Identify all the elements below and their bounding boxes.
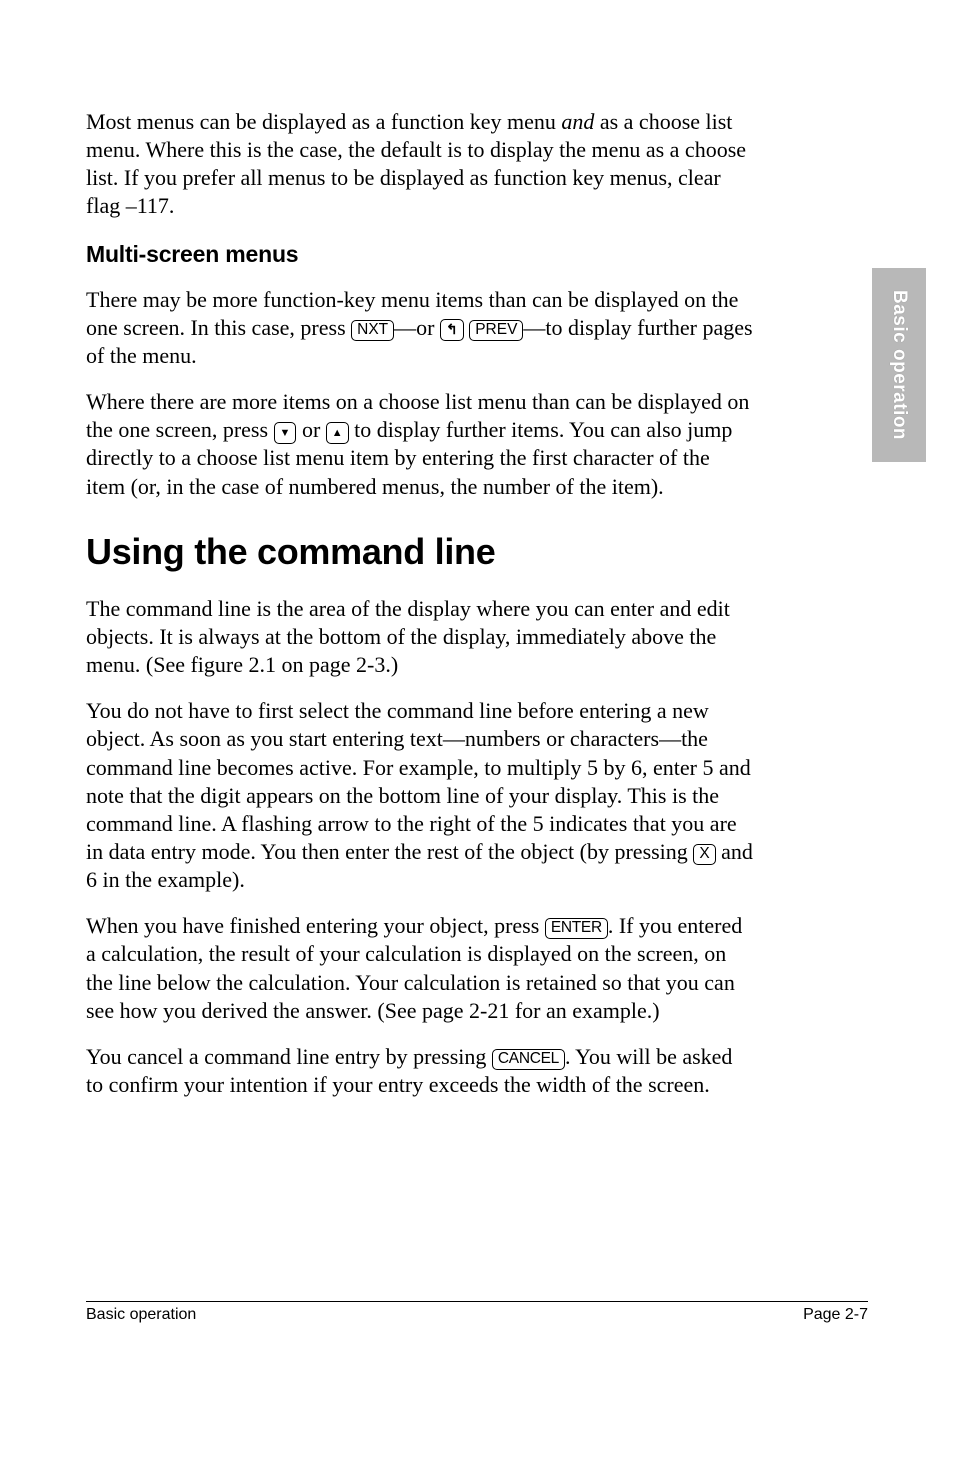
footer-page-number: Page 2-7 <box>803 1306 868 1324</box>
subheading-multi-screen: Multi-screen menus <box>86 241 754 268</box>
text: —or <box>394 315 440 340</box>
text: You do not have to first select the comm… <box>86 698 751 864</box>
page-content: Most menus can be displayed as a functio… <box>0 0 840 1099</box>
chapter-tab-label: Basic operation <box>888 290 910 440</box>
text: You cancel a command line entry by press… <box>86 1044 492 1069</box>
footer-chapter: Basic operation <box>86 1306 196 1324</box>
key-prev: PREV <box>469 320 523 341</box>
emphasis: and <box>561 109 594 134</box>
paragraph: Where there are more items on a choose l… <box>86 388 754 501</box>
key-cancel: CANCEL <box>492 1049 565 1070</box>
paragraph: There may be more function-key menu item… <box>86 286 754 370</box>
paragraph: The command line is the area of the disp… <box>86 595 754 679</box>
key-x: X <box>693 844 715 865</box>
page-footer: Basic operation Page 2-7 <box>86 1301 868 1324</box>
key-shift <box>440 319 464 341</box>
key-nxt: NXT <box>351 320 394 341</box>
text: or <box>296 417 325 442</box>
paragraph: When you have finished entering your obj… <box>86 912 754 1025</box>
paragraph: You do not have to first select the comm… <box>86 697 754 894</box>
paragraph: You cancel a command line entry by press… <box>86 1043 754 1099</box>
key-enter: ENTER <box>545 918 608 939</box>
key-down <box>274 422 297 444</box>
heading-using-command-line: Using the command line <box>86 531 754 573</box>
text: When you have finished entering your obj… <box>86 913 545 938</box>
key-up <box>326 422 349 444</box>
text: Most menus can be displayed as a functio… <box>86 109 561 134</box>
chapter-tab: Basic operation <box>872 268 926 462</box>
paragraph: Most menus can be displayed as a functio… <box>86 108 754 221</box>
